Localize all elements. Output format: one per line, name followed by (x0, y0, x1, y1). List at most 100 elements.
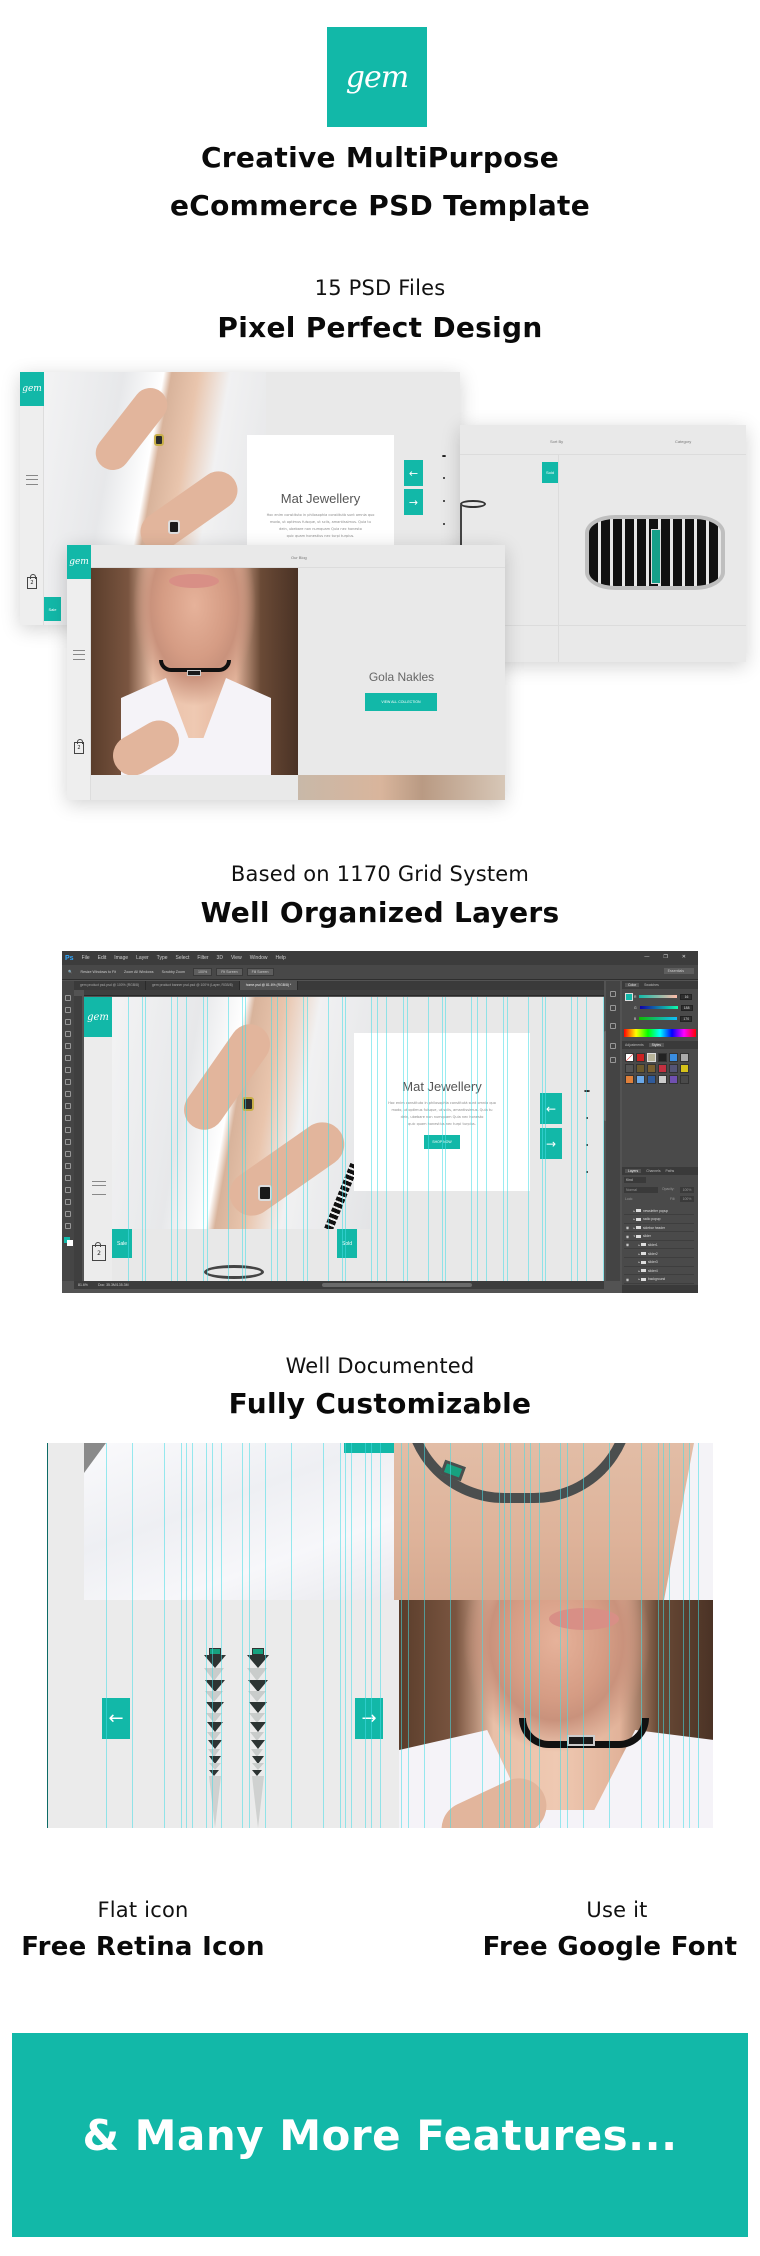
doc-tab-active[interactable]: home.psd @ 81.6% (RGB/8) * (239, 981, 299, 990)
history-brush-tool-icon[interactable] (65, 1103, 71, 1109)
style-swatch[interactable] (658, 1064, 667, 1073)
healing-tool-icon[interactable] (65, 1067, 71, 1073)
slider-dot[interactable] (443, 523, 445, 525)
tab-adjustments[interactable]: Adjustments (625, 1043, 644, 1047)
style-swatch[interactable] (625, 1053, 634, 1062)
shopping-bag-icon[interactable]: 2 (74, 739, 84, 754)
layer-filter-kind[interactable]: Kind (624, 1177, 646, 1183)
expand-right-icon[interactable]: ▸ (631, 1217, 635, 1221)
next-arrow-button[interactable]: → (540, 1128, 562, 1159)
magic-wand-tool-icon[interactable] (65, 1031, 71, 1037)
style-swatch[interactable] (680, 1075, 689, 1084)
prev-arrow-button[interactable]: ← (540, 1093, 562, 1124)
crop-tool-icon[interactable] (65, 1043, 71, 1049)
menu-window[interactable]: Window (250, 955, 268, 961)
shopping-bag-icon[interactable]: 2 (27, 574, 37, 589)
actions-panel-icon[interactable] (610, 1005, 616, 1011)
layer-row[interactable]: ▸ newsletter popup (624, 1207, 694, 1215)
menu-3d[interactable]: 3D (217, 955, 223, 961)
menu-select[interactable]: Select (176, 955, 190, 961)
our-blog-label[interactable]: Our Blog (291, 555, 307, 560)
close-icon[interactable]: ✕ (682, 954, 686, 960)
blue-slider[interactable]: B 170 (634, 1015, 693, 1022)
foreground-color-swatch[interactable] (625, 993, 633, 1001)
paragraph-panel-icon[interactable] (610, 1057, 616, 1063)
doc-tab[interactable]: gem product psd.psd @ 100% (RGB/8) (74, 981, 147, 990)
zoom-100-button[interactable]: 100% (192, 968, 213, 976)
slider-dot[interactable] (443, 477, 445, 479)
layer-row[interactable]: ◉ ▸ sidebar header (624, 1224, 694, 1233)
color-spectrum[interactable] (624, 1029, 696, 1037)
lasso-tool-icon[interactable] (65, 1019, 71, 1025)
visibility-eye-icon[interactable]: ◉ (624, 1234, 631, 1239)
slider-dot[interactable] (443, 500, 445, 502)
brush-tool-icon[interactable] (65, 1079, 71, 1085)
scrubby-zoom-checkbox[interactable]: Scrubby Zoom (162, 970, 185, 974)
path-select-tool-icon[interactable] (65, 1187, 71, 1193)
zoom-tool-icon[interactable] (65, 1223, 71, 1229)
next-arrow-button[interactable]: → (404, 489, 423, 515)
menu-filter[interactable]: Filter (197, 955, 208, 961)
history-panel-icon[interactable] (610, 991, 616, 997)
tab-color[interactable]: Color (625, 983, 640, 987)
menu-help[interactable]: Help (276, 955, 286, 961)
style-swatch[interactable] (658, 1053, 667, 1062)
slider-dot-active[interactable] (584, 1090, 590, 1092)
tab-swatches[interactable]: Swatches (644, 983, 659, 987)
tab-channels[interactable]: Channels (646, 1169, 660, 1173)
fit-screen-button[interactable]: Fit Screen (216, 968, 243, 976)
green-slider[interactable]: G 188 (634, 1004, 693, 1011)
layer-row[interactable]: ▸ slider2 (624, 1250, 694, 1258)
restore-icon[interactable]: ❐ (663, 954, 667, 960)
menu-image[interactable]: Image (114, 955, 128, 961)
expand-down-icon[interactable]: ▾ (631, 1234, 635, 1238)
tab-layers[interactable]: Layers (625, 1169, 642, 1173)
expand-right-icon[interactable]: ▸ (631, 1209, 635, 1213)
category-label[interactable]: Category (675, 439, 691, 444)
layer-row[interactable]: ◉ ▾ slider (624, 1233, 694, 1241)
opacity-field[interactable]: 100% (680, 1187, 694, 1193)
style-swatch[interactable] (625, 1064, 634, 1073)
pen-tool-icon[interactable] (65, 1163, 71, 1169)
eraser-tool-icon[interactable] (65, 1115, 71, 1121)
workspace-select[interactable]: Essentials (663, 968, 694, 974)
sort-by-label[interactable]: Sort By (550, 439, 563, 444)
menu-type[interactable]: Type (157, 955, 168, 961)
stamp-tool-icon[interactable] (65, 1091, 71, 1097)
zoom-tool-icon[interactable]: 🔍 (68, 970, 72, 974)
properties-panel-icon[interactable] (610, 1023, 616, 1029)
layer-row[interactable]: ▸ slider4 (624, 1267, 694, 1276)
menu-layer[interactable]: Layer (136, 955, 149, 961)
hamburger-menu-icon[interactable] (26, 475, 38, 485)
expand-right-icon[interactable]: ▸ (631, 1269, 640, 1273)
hamburger-menu-icon[interactable] (92, 1181, 106, 1195)
blend-mode-select[interactable]: Normal (624, 1187, 658, 1193)
marquee-tool-icon[interactable] (65, 1007, 71, 1013)
expand-right-icon[interactable]: ▸ (631, 1226, 635, 1230)
zoom-level[interactable]: 81.6% (78, 1283, 88, 1287)
style-swatch[interactable] (669, 1075, 678, 1084)
fill-screen-button[interactable]: Fill Screen (246, 968, 274, 976)
visibility-eye-icon[interactable]: ◉ (624, 1225, 631, 1230)
dodge-tool-icon[interactable] (65, 1151, 71, 1157)
prev-arrow-button[interactable]: ← (404, 460, 423, 486)
eyedropper-tool-icon[interactable] (65, 1055, 71, 1061)
zoom-all-windows-checkbox[interactable]: Zoom All Windows (124, 970, 154, 974)
style-swatch[interactable] (658, 1075, 667, 1084)
move-tool-icon[interactable] (65, 995, 71, 1001)
style-swatch[interactable] (669, 1064, 678, 1073)
layer-row[interactable]: ▸ slider3 (624, 1259, 694, 1267)
style-swatch[interactable] (625, 1075, 634, 1084)
expand-right-icon[interactable]: ▸ (631, 1277, 640, 1281)
visibility-eye-icon[interactable]: ◉ (624, 1242, 631, 1247)
slider-dot-active[interactable] (442, 455, 446, 457)
style-swatch[interactable] (669, 1053, 678, 1062)
view-all-collection-button[interactable]: View All Collection (365, 693, 437, 711)
tab-styles[interactable]: Styles (648, 1043, 664, 1047)
tab-paths[interactable]: Paths (666, 1169, 675, 1173)
menu-edit[interactable]: Edit (98, 955, 107, 961)
expand-right-icon[interactable]: ▸ (631, 1252, 640, 1256)
expand-right-icon[interactable]: ▸ (631, 1243, 640, 1247)
layer-row[interactable]: ◉ ▸ slider1 (624, 1241, 694, 1250)
layer-row[interactable]: ▸ radio popup (624, 1216, 694, 1224)
